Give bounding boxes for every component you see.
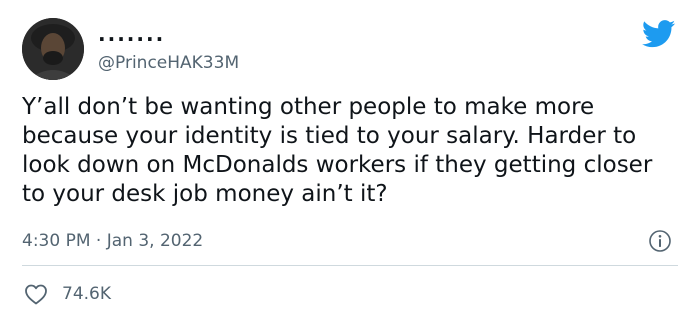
avatar[interactable]	[22, 18, 84, 80]
avatar-image	[22, 18, 84, 80]
like-count: 74.6K	[62, 284, 111, 304]
tweet-text: Y’all don’t be wanting other people to m…	[22, 94, 653, 207]
like-action[interactable]: 74.6K	[24, 283, 111, 305]
divider	[22, 265, 678, 266]
tweet-timestamp[interactable]: 4:30 PM · Jan 3, 2022	[22, 230, 203, 252]
tweet-card: ....... @PrinceHAK33M Y’all don’t be wan…	[0, 0, 700, 319]
twitter-bird-icon[interactable]	[642, 20, 676, 48]
heart-icon[interactable]	[24, 283, 48, 305]
display-name[interactable]: .......	[98, 22, 165, 46]
user-handle[interactable]: @PrinceHAK33M	[98, 52, 239, 74]
info-icon[interactable]	[648, 229, 672, 253]
